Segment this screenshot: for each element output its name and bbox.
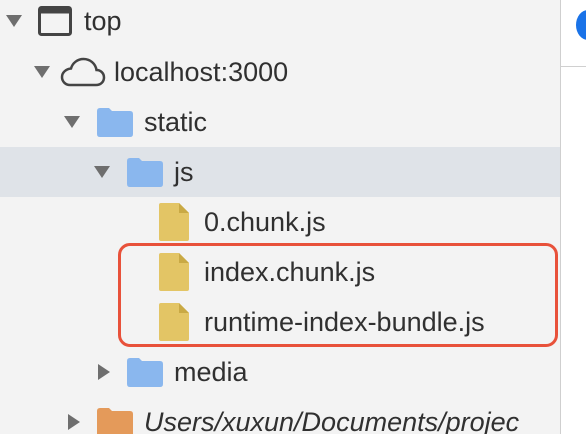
file-icon xyxy=(159,203,189,246)
right-panel-separator xyxy=(561,66,586,67)
tree-row-media[interactable]: media xyxy=(0,347,560,397)
expand-arrow-icon[interactable] xyxy=(64,116,80,128)
expand-arrow-icon[interactable] xyxy=(34,66,50,78)
frame-icon xyxy=(38,6,72,41)
folder-icon xyxy=(127,357,163,392)
tree-label: top xyxy=(84,6,122,36)
folder-orange-icon xyxy=(97,407,133,434)
tree-label: static xyxy=(144,107,208,137)
cloud-icon xyxy=(60,56,106,93)
tree-row-users-path[interactable]: Users/xuxun/Documents/projec xyxy=(0,397,560,434)
expand-arrow-icon[interactable] xyxy=(6,15,22,27)
expand-arrow-icon[interactable] xyxy=(94,166,110,178)
collapse-arrow-icon[interactable] xyxy=(98,364,110,380)
tree-row-localhost[interactable]: localhost:3000 xyxy=(0,47,560,97)
tree-label: localhost:3000 xyxy=(114,57,289,87)
tree-row-top[interactable]: top xyxy=(0,0,560,46)
tree-row-static[interactable]: static xyxy=(0,97,560,147)
file-tree-panel: top localhost:3000 static js 0.chunk.js … xyxy=(0,0,586,434)
tree-label: Users/xuxun/Documents/projec xyxy=(144,407,520,434)
tree-row-file[interactable]: 0.chunk.js xyxy=(0,197,560,247)
collapse-arrow-icon[interactable] xyxy=(68,414,80,430)
folder-icon xyxy=(97,107,133,142)
tree-label: js xyxy=(174,157,194,187)
tree-label: media xyxy=(174,357,248,387)
highlight-annotation xyxy=(118,243,558,347)
tree-row-js[interactable]: js xyxy=(0,147,560,197)
tree-label: 0.chunk.js xyxy=(204,207,326,237)
folder-icon xyxy=(127,157,163,192)
